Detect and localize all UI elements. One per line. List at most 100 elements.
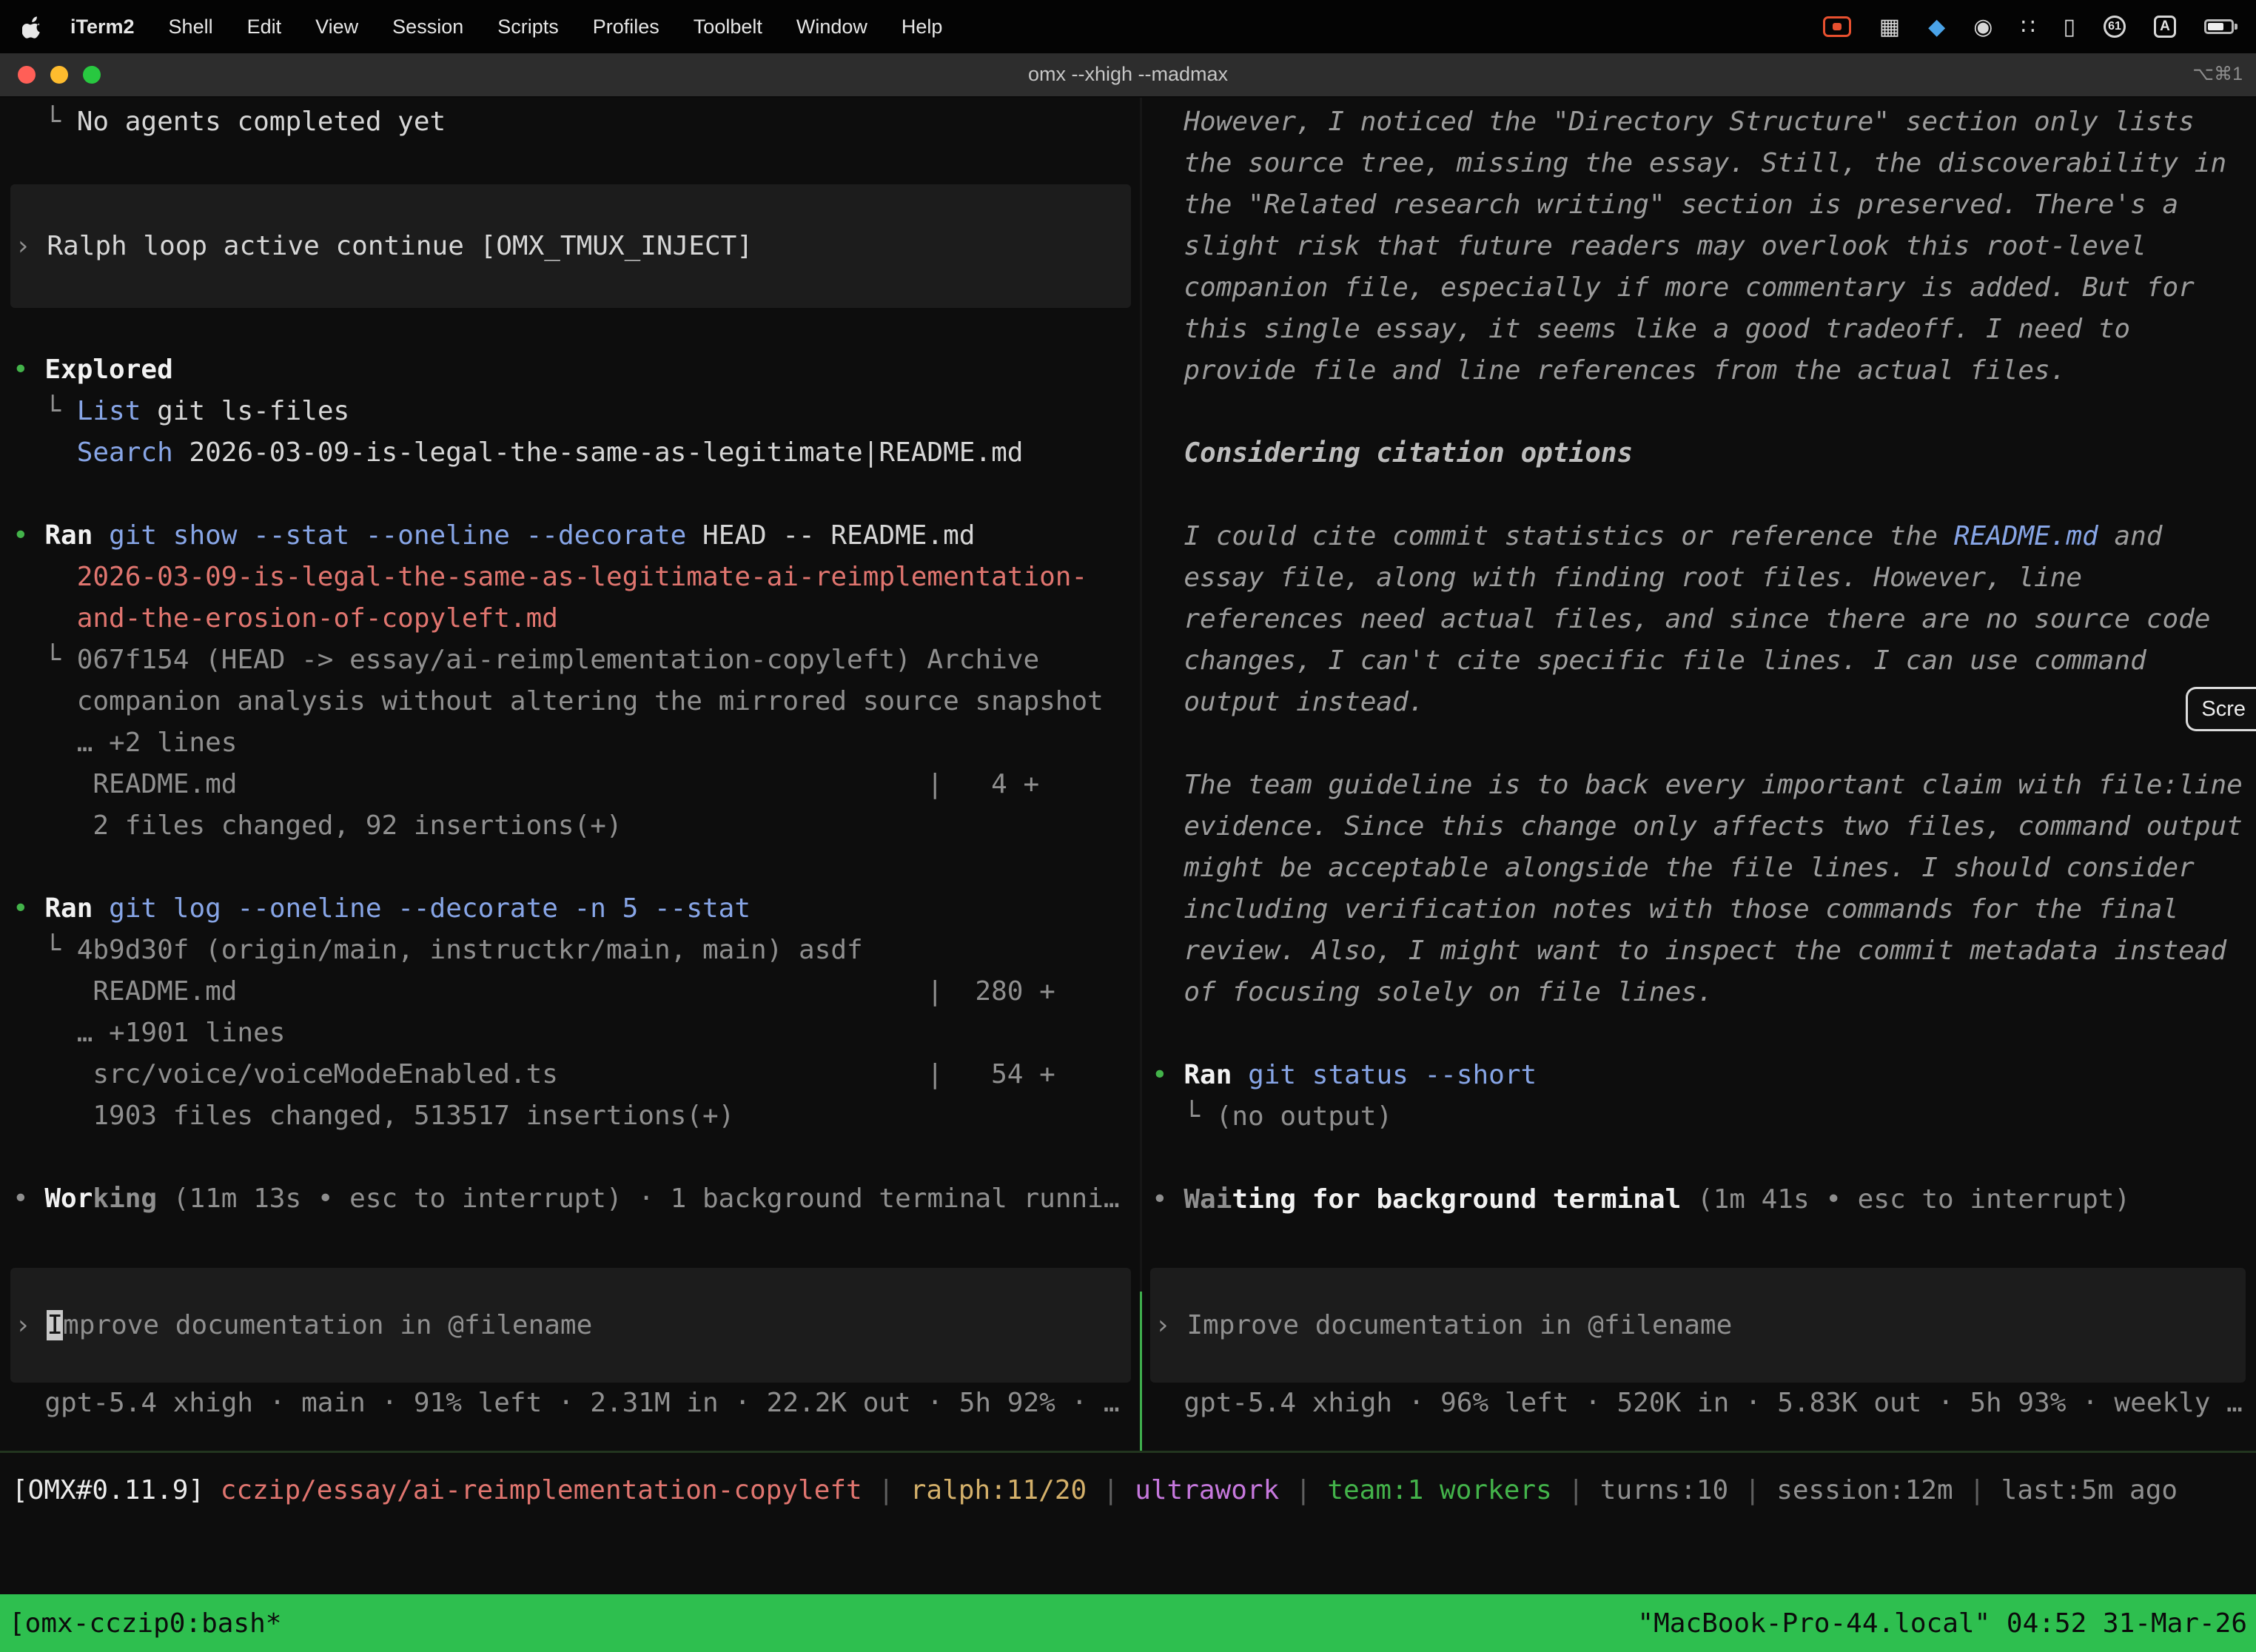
text-segment: (11m 13s • esc to interrupt) · 1 backgro… (157, 1183, 1119, 1214)
terminal-line (0, 143, 1140, 184)
terminal-line: … +2 lines (0, 722, 1140, 764)
menu-window[interactable]: Window (779, 16, 884, 38)
menu-view[interactable]: View (298, 16, 375, 38)
right-pane: However, I noticed the "Directory Struct… (1143, 98, 2256, 1451)
text-segment: Wor (44, 1183, 93, 1214)
terminal-line: • Ran git status --short (1143, 1055, 2256, 1096)
text-segment: The team guideline is to back every impo… (1152, 770, 2243, 800)
text-segment: I (47, 1310, 63, 1340)
terminal-line: └ 067f154 (HEAD -> essay/ai-reimplementa… (0, 639, 1140, 681)
text-segment: and-the-erosion-of-copyleft.md (77, 603, 558, 634)
text-segment: session:12m (1776, 1475, 1953, 1505)
text-segment (13, 437, 77, 468)
terminal-line (1143, 392, 2256, 433)
text-segment: provide file and line references from th… (1152, 355, 2066, 386)
menu-scripts[interactable]: Scripts (480, 16, 576, 38)
text-segment: essay file, along with finding root file… (1152, 563, 2082, 593)
gauge-61-icon[interactable]: 61 (2104, 16, 2126, 38)
text-segment: 2026-03-09-is-legal-the-same-as-legitima… (77, 562, 1087, 592)
terminal-line: Search 2026-03-09-is-legal-the-same-as-l… (0, 432, 1140, 474)
text-segment: companion analysis without altering the … (13, 686, 1104, 716)
menu-items: iTerm2ShellEditViewSessionScriptsProfile… (53, 16, 959, 38)
title-bar[interactable]: omx --xhigh --madmax ⌥⌘1 (0, 53, 2256, 98)
terminal-line: └ 4b9d30f (origin/main, instructkr/main,… (0, 930, 1140, 971)
text-segment: [OMX#0.11.9] (12, 1475, 221, 1505)
text-segment: and (2098, 521, 2163, 551)
menu-bar-left: iTerm2ShellEditViewSessionScriptsProfile… (22, 15, 959, 38)
terminal-line: changes, I can't cite specific file line… (1143, 640, 2256, 682)
terminal-line (0, 474, 1140, 515)
menu-profiles[interactable]: Profiles (576, 16, 677, 38)
menu-iterm2[interactable]: iTerm2 (53, 16, 152, 38)
terminal-line: • Working (11m 13s • esc to interrupt) ·… (0, 1178, 1140, 1220)
right-prompt-input[interactable]: › Improve documentation in @filename (1150, 1268, 2246, 1383)
terminal-line: companion analysis without altering the … (0, 681, 1140, 722)
menu-help[interactable]: Help (884, 16, 960, 38)
window-shortcut-badge: ⌥⌘1 (2192, 53, 2243, 95)
screen-edge-tooltip[interactable]: Scre (2186, 687, 2256, 731)
phone-icon[interactable]: ▯ (2063, 14, 2075, 40)
text-segment: gpt-5.4 xhigh · main · 91% left · 2.31M … (13, 1388, 1120, 1418)
dots-grid-icon[interactable]: ∷ (2021, 14, 2035, 40)
text-segment: last:5m ago (2001, 1475, 2178, 1505)
round-app-icon[interactable]: ◉ (1973, 14, 1993, 40)
terminal-line: • Ran git log --oneline --decorate -n 5 … (0, 888, 1140, 930)
text-segment: HEAD -- README.md (686, 520, 975, 551)
terminal-line: … +1901 lines (0, 1013, 1140, 1054)
text-segment: 1903 files changed, 513517 insertions(+) (13, 1101, 734, 1131)
text-segment: including verification notes with those … (1152, 894, 2178, 924)
terminal-line: this single essay, it seems like a good … (1143, 309, 2256, 350)
text-segment: Considering citation options (1152, 438, 1633, 469)
text-segment: | (1552, 1475, 1600, 1505)
text-segment: evidence. Since this change only affects… (1152, 811, 2243, 842)
text-segment: king (93, 1183, 157, 1214)
text-segment: git show --stat --oneline --decorate (109, 520, 686, 551)
tmux-host-and-time: "MacBook-Pro-44.local" 04:52 31-Mar-26 (1637, 1608, 2247, 1639)
apple-menu-icon[interactable] (22, 15, 41, 38)
text-segment: the source tree, missing the essay. Stil… (1152, 148, 2226, 178)
terminal-line: including verification notes with those … (1143, 889, 2256, 930)
screen-recording-indicator[interactable] (1823, 16, 1851, 37)
text-segment: List (77, 396, 141, 426)
text-segment: • (13, 1183, 44, 1214)
terminal-line: The team guideline is to back every impo… (1143, 765, 2256, 806)
text-segment: › (1155, 1310, 1186, 1340)
pane-bottom-border (0, 1451, 2256, 1453)
menu-edit[interactable]: Edit (230, 16, 299, 38)
terminal-line: README.md | 4 + (0, 764, 1140, 805)
inject-prompt-text: › Ralph loop active continue [OMX_TMUX_I… (15, 231, 753, 261)
blue-app-icon[interactable]: ◆ (1928, 14, 1945, 40)
text-segment: README.md | 280 + (13, 976, 1055, 1007)
menu-session[interactable]: Session (375, 16, 480, 38)
text-segment: └ (13, 107, 77, 137)
record-dot (1833, 23, 1842, 30)
pane-divider[interactable] (1140, 98, 1142, 1451)
text-segment: • (1152, 1184, 1184, 1215)
menu-shell[interactable]: Shell (152, 16, 230, 38)
terminal-line: the source tree, missing the essay. Stil… (1143, 143, 2256, 184)
text-segment: companion file, especially if more comme… (1152, 272, 2195, 303)
grid-app-icon[interactable]: ▦ (1879, 14, 1900, 40)
text-segment: slight risk that future readers may over… (1152, 231, 2146, 261)
left-pane-top-lines: └ No agents completed yet (0, 101, 1140, 184)
text-segment: Ralph loop active continue [OMX_TMUX_INJ… (47, 231, 753, 261)
terminal-line: Considering citation options (1143, 433, 2256, 474)
text-segment: ralph:11/20 (910, 1475, 1087, 1505)
inject-prompt-box[interactable]: › Ralph loop active continue [OMX_TMUX_I… (10, 184, 1131, 308)
terminal-line: companion file, especially if more comme… (1143, 267, 2256, 309)
menu-toolbelt[interactable]: Toolbelt (677, 16, 779, 38)
left-prompt-input[interactable]: › Improve documentation in @filename (10, 1268, 1131, 1383)
text-segment: | (862, 1475, 910, 1505)
terminal-line (1143, 1013, 2256, 1055)
input-source-icon[interactable]: A (2154, 16, 2176, 38)
text-segment: src/voice/voiceModeEnabled.ts | 54 + (13, 1059, 1055, 1089)
text-segment (13, 562, 77, 592)
text-segment: README.md (1954, 521, 2098, 551)
text-segment: Wai (1184, 1184, 1232, 1215)
text-segment: | (1953, 1475, 2001, 1505)
text-segment: • (13, 893, 44, 924)
text-segment: Explored (44, 355, 172, 385)
battery-icon[interactable] (2204, 19, 2234, 34)
text-segment: the "Related research writing" section i… (1152, 189, 2178, 220)
window-title: omx --xhigh --madmax (0, 53, 2256, 95)
